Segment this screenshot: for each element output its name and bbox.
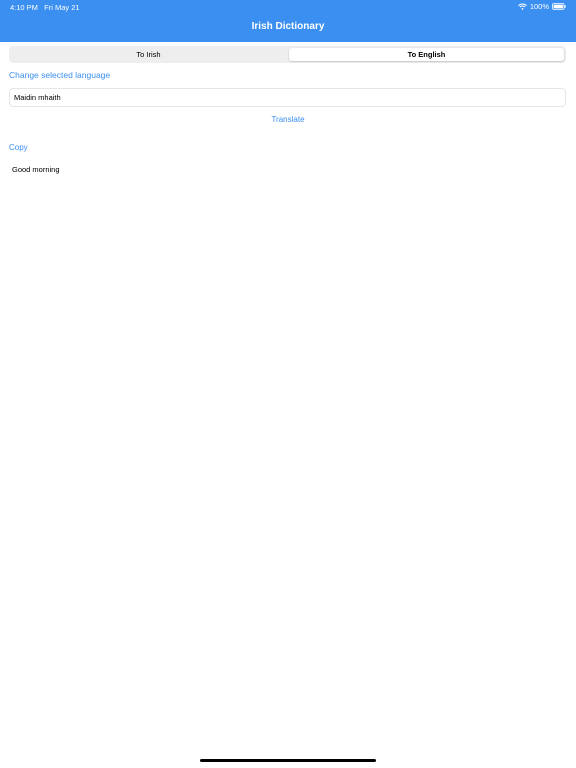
translate-button[interactable]: Translate (0, 115, 576, 124)
wifi-icon (517, 3, 527, 10)
battery-percent: 100% (529, 2, 549, 11)
app-screen: 4:10 PM Fri May 21 100% Irish Dictionary… (0, 0, 576, 768)
status-bar: 4:10 PM Fri May 21 100% (0, 0, 576, 14)
status-time-date: 4:10 PM Fri May 21 (10, 3, 80, 12)
header: 4:10 PM Fri May 21 100% Irish Dictionary (0, 0, 576, 42)
battery-icon (552, 3, 566, 10)
direction-segmented-control: To Irish To English (9, 46, 566, 63)
nav-title: Irish Dictionary (251, 21, 325, 32)
segment-to-irish[interactable]: To Irish (11, 48, 286, 61)
home-indicator[interactable] (200, 759, 376, 762)
translation-result: Good morning (12, 165, 60, 174)
change-language-link[interactable]: Change selected language (9, 70, 110, 80)
word-input[interactable]: Maidin mhaith (9, 88, 566, 107)
copy-button[interactable]: Copy (9, 143, 28, 152)
segment-to-english[interactable]: To English (289, 48, 564, 61)
status-right: 100% (517, 2, 566, 11)
